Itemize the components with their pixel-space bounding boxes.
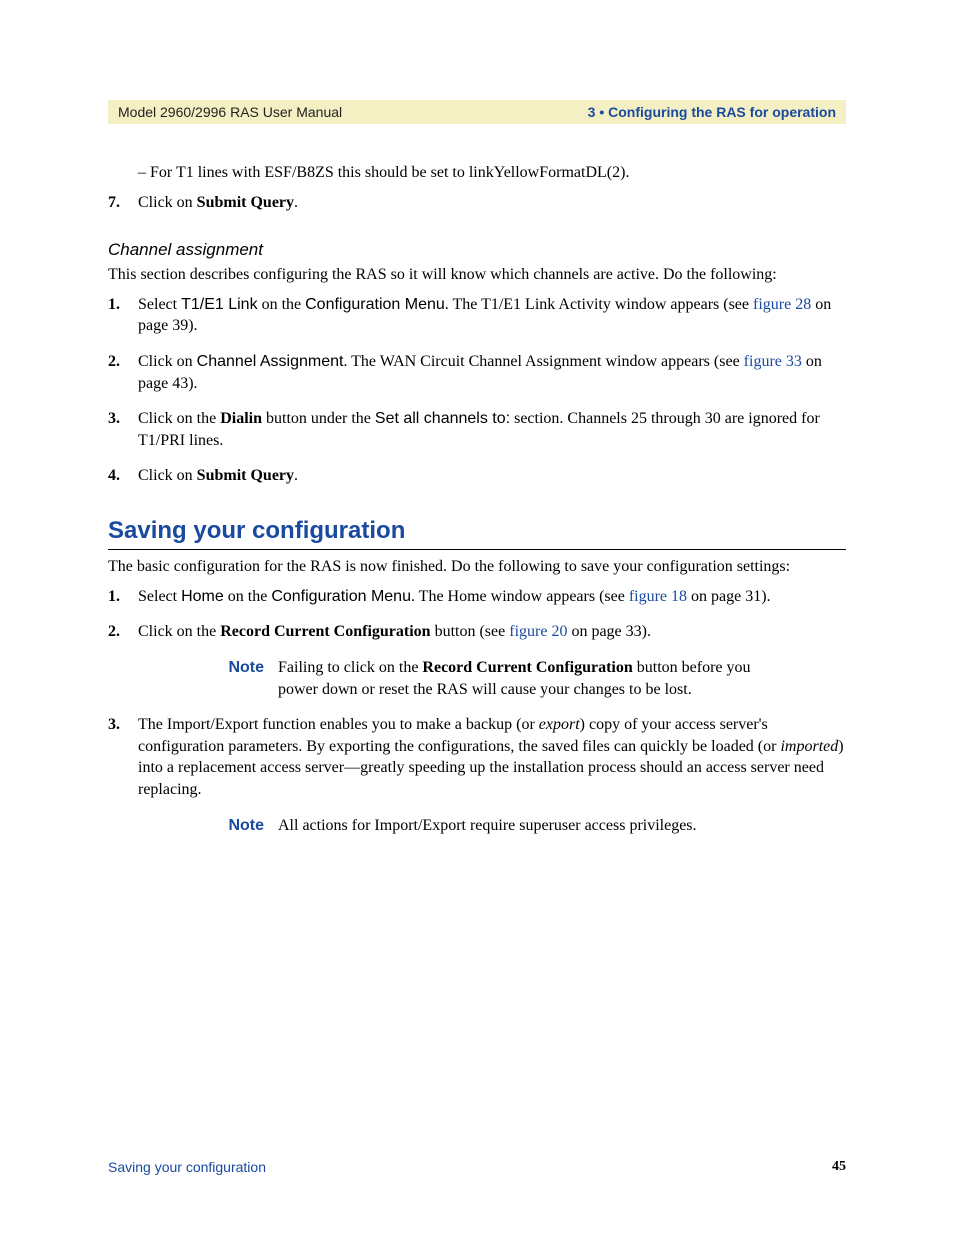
cross-ref-link[interactable]: figure 28: [753, 296, 811, 313]
page-header: Model 2960/2996 RAS User Manual 3 • Conf…: [108, 100, 846, 124]
text: on the: [258, 296, 306, 313]
page-content: – For T1 lines with ESF/B8ZS this should…: [108, 124, 846, 836]
cross-ref-link[interactable]: figure 20: [509, 623, 567, 640]
note-label: Note: [208, 815, 278, 837]
text: Click on the: [138, 623, 220, 640]
header-right: 3 • Configuring the RAS for operation: [588, 104, 836, 120]
step-body: Select Home on the Configuration Menu. T…: [138, 586, 846, 608]
save-steps-list-b: 3.The Import/Export function enables you…: [108, 714, 846, 800]
text-bold: Submit Query: [197, 467, 294, 484]
step-number: 3.: [108, 408, 138, 451]
list-item: 1.Select Home on the Configuration Menu.…: [108, 586, 846, 608]
note-body: All actions for Import/Export require su…: [278, 815, 758, 837]
step-number: 2.: [108, 351, 138, 394]
cross-ref-link[interactable]: figure 18: [629, 588, 687, 605]
page-footer: Saving your configuration 45: [108, 1159, 846, 1175]
text: Click on: [138, 353, 197, 370]
text: button under the: [262, 410, 375, 427]
text-bold: Record Current Configuration: [220, 623, 430, 640]
text-bold: Submit Query: [197, 194, 294, 211]
header-left: Model 2960/2996 RAS User Manual: [118, 104, 342, 120]
text: . The Home window appears (see: [411, 588, 629, 605]
text: button (see: [431, 623, 510, 640]
step-number: 7.: [108, 192, 138, 214]
heading-saving-config: Saving your configuration: [108, 515, 846, 547]
text-sans: T1/E1 Link: [181, 296, 257, 313]
text: The Import/Export function enables you t…: [138, 716, 539, 733]
text: .: [294, 194, 298, 211]
list-item: 2.Click on Channel Assignment. The WAN C…: [108, 351, 846, 394]
text: Click on the: [138, 410, 220, 427]
subheading-channel-assignment: Channel assignment: [108, 239, 846, 262]
text-sans: Configuration Menu: [305, 296, 445, 313]
list-item: 2.Click on the Record Current Configurat…: [108, 621, 846, 643]
step-body: Click on Channel Assignment. The WAN Cir…: [138, 351, 846, 394]
text-ital: imported: [780, 738, 838, 755]
step-body: The Import/Export function enables you t…: [138, 714, 846, 800]
list-item: 4.Click on Submit Query.: [108, 465, 846, 487]
document-page: Model 2960/2996 RAS User Manual 3 • Conf…: [0, 0, 954, 1235]
step-body: Click on the Dialin button under the Set…: [138, 408, 846, 451]
footer-left: Saving your configuration: [108, 1159, 266, 1175]
save-steps-list-a: 1.Select Home on the Configuration Menu.…: [108, 586, 846, 643]
channel-steps-list: 1.Select T1/E1 Link on the Configuration…: [108, 294, 846, 487]
dash-line: – For T1 lines with ESF/B8ZS this should…: [138, 162, 846, 184]
text-sans: Configuration Menu: [271, 588, 411, 605]
step-number: 1.: [108, 586, 138, 608]
step-number: 4.: [108, 465, 138, 487]
text-ital: export: [539, 716, 580, 733]
note-label: Note: [208, 657, 278, 700]
text-sans: Home: [181, 588, 224, 605]
note-block: Note Failing to click on the Record Curr…: [208, 657, 846, 700]
step-body: Click on Submit Query.: [138, 465, 846, 487]
note-block: Note All actions for Import/Export requi…: [208, 815, 846, 837]
text: Failing to click on the: [278, 659, 422, 676]
text: .: [294, 467, 298, 484]
text-bold: Dialin: [220, 410, 262, 427]
text: Click on: [138, 194, 197, 211]
step-number: 2.: [108, 621, 138, 643]
text-sans: Set all channels to:: [375, 410, 510, 427]
text: Select: [138, 296, 181, 313]
text: on page 33).: [567, 623, 651, 640]
text: . The T1/E1 Link Activity window appears…: [445, 296, 753, 313]
note-body: Failing to click on the Record Current C…: [278, 657, 758, 700]
text: Select: [138, 588, 181, 605]
text-sans: Channel Assignment: [197, 353, 344, 370]
step-number: 3.: [108, 714, 138, 800]
text-bold: Record Current Configuration: [422, 659, 632, 676]
step-body: Click on Submit Query.: [138, 192, 846, 214]
text: on page 31).: [687, 588, 771, 605]
list-item: 1.Select T1/E1 Link on the Configuration…: [108, 294, 846, 337]
intro-text: The basic configuration for the RAS is n…: [108, 556, 846, 578]
footer-page-number: 45: [832, 1159, 846, 1175]
intro-text: This section describes configuring the R…: [108, 264, 846, 286]
cross-ref-link[interactable]: figure 33: [744, 353, 802, 370]
list-item: 3.The Import/Export function enables you…: [108, 714, 846, 800]
step-number: 1.: [108, 294, 138, 337]
step-body: Click on the Record Current Configuratio…: [138, 621, 846, 643]
text: on the: [224, 588, 272, 605]
list-item: 3.Click on the Dialin button under the S…: [108, 408, 846, 451]
text: Click on: [138, 467, 197, 484]
step-body: Select T1/E1 Link on the Configuration M…: [138, 294, 846, 337]
step-7: 7. Click on Submit Query.: [108, 192, 846, 214]
heading-rule: [108, 549, 846, 550]
text: . The WAN Circuit Channel Assignment win…: [343, 353, 743, 370]
